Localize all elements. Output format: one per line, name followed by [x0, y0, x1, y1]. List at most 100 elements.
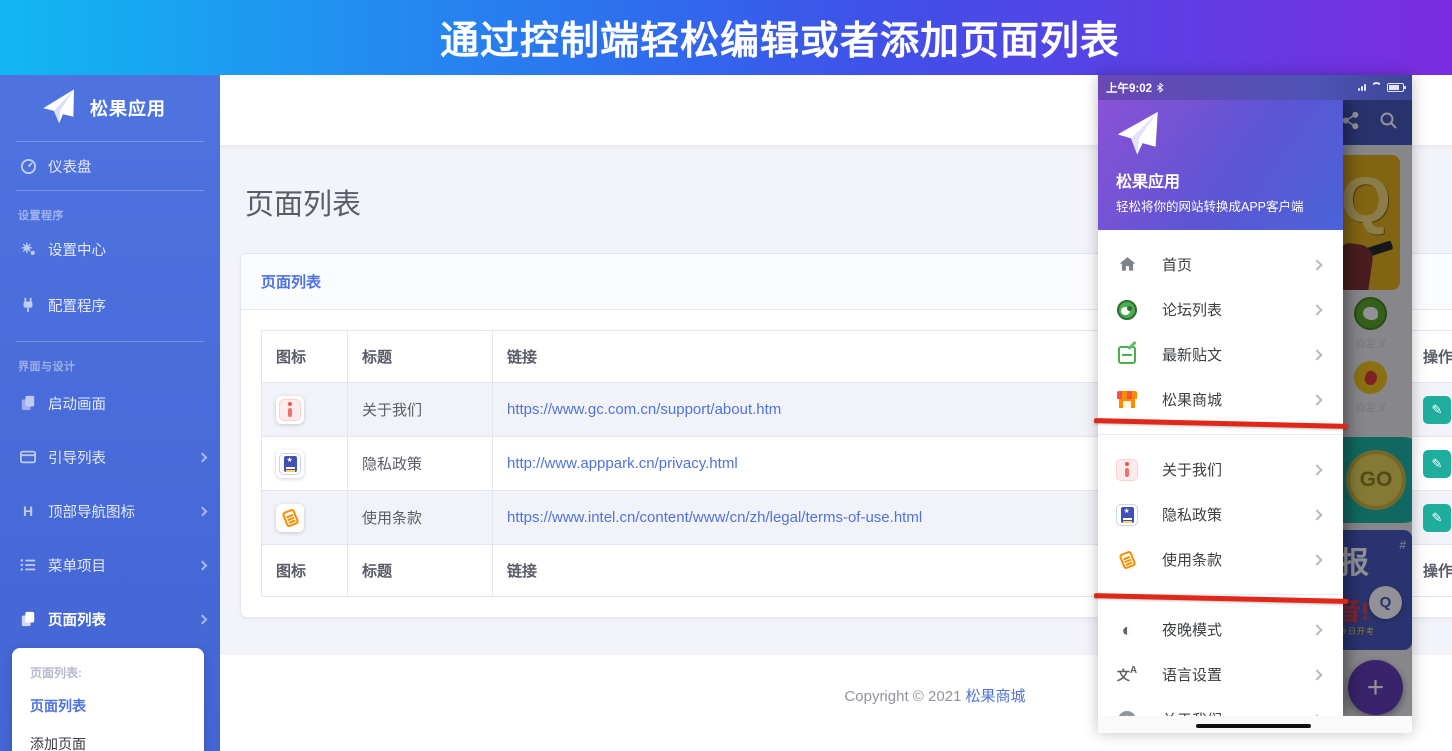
drawer-item-night-mode[interactable]: ◐ 夜晚模式 [1098, 607, 1343, 652]
edit-button[interactable]: ✎ [1423, 395, 1451, 424]
sidebar-item-menu-items[interactable]: 菜单项目 [0, 538, 220, 592]
terms-icon [1114, 549, 1140, 571]
wifi-icon [1371, 82, 1382, 89]
sidebar-item-label: 配置程序 [48, 298, 106, 315]
pencil-icon: ✎ [1431, 401, 1443, 417]
drawer-item-label: 关于我们 [1162, 462, 1223, 479]
drawer-item-latest-posts[interactable]: 最新贴文 [1098, 332, 1343, 377]
status-right-icons [1358, 82, 1406, 93]
drawer-item-privacy[interactable]: 隐私政策 [1098, 492, 1343, 537]
column-footer-title: 标题 [347, 544, 493, 597]
drawer-item-label: 首页 [1162, 257, 1193, 274]
brand-name: 松果应用 [90, 99, 166, 119]
window-icon [18, 449, 38, 465]
night-mode-icon: ◐ [1121, 619, 1133, 640]
copyright-text: Copyright © 2021 [844, 688, 962, 705]
drawer-item-terms[interactable]: 使用条款 [1098, 537, 1343, 582]
drawer-menu-group-settings: ◐ 夜晚模式 文A 语言设置 i 关于我们 [1098, 595, 1343, 716]
battery-icon [1387, 83, 1406, 92]
screen: 通过控制端轻松编辑或者添加页面列表 松果应用 仪表盘 设置程序 设置中心 配置程… [0, 0, 1452, 751]
sidebar-item-label: 启动画面 [48, 396, 106, 413]
submenu-item-page-list[interactable]: 页面列表 [12, 687, 204, 725]
edit-button[interactable]: ✎ [1423, 449, 1451, 478]
submenu-item-add-page[interactable]: 添加页面 [12, 725, 204, 751]
phone-status-bar: 上午9:02 [1098, 75, 1412, 100]
navigation-drawer: 松果应用 轻松将你的网站转换成APP客户端 首页 论坛列表 最新贴文 松果商城 … [1098, 100, 1343, 716]
row-link[interactable]: https://www.intel.cn/content/www/cn/zh/l… [507, 509, 922, 526]
paper-plane-logo-icon [1114, 110, 1165, 161]
forum-icon [1114, 299, 1140, 320]
chevron-right-icon [1311, 303, 1323, 316]
home-indicator[interactable] [1196, 724, 1311, 728]
footer-brand-link[interactable]: 松果商城 [966, 688, 1026, 705]
sidebar-item-top-nav-icons[interactable]: H 顶部导航图标 [0, 484, 220, 538]
bluetooth-icon [1156, 82, 1164, 94]
row-link[interactable]: https://www.gc.com.cn/support/about.htm [507, 401, 781, 418]
column-header-icon: 图标 [261, 330, 348, 383]
top-banner: 通过控制端轻松编辑或者添加页面列表 [0, 0, 1452, 75]
row-title: 关于我们 [347, 382, 493, 437]
drawer-tagline: 轻松将你的网站转换成APP客户端 [1116, 200, 1304, 214]
sidebar-item-configure[interactable]: 配置程序 [0, 281, 220, 329]
paper-plane-logo-icon [40, 88, 81, 129]
language-icon: 文A [1116, 665, 1138, 683]
drawer-app-name: 松果应用 [1116, 174, 1181, 191]
chevron-right-icon [1311, 393, 1323, 406]
chevron-right-icon [197, 614, 208, 624]
chevron-right-icon [1311, 623, 1323, 636]
chevron-right-icon [1311, 348, 1323, 361]
drawer-header: 松果应用 轻松将你的网站转换成APP客户端 [1098, 100, 1343, 230]
pencil-icon: ✎ [1431, 455, 1443, 471]
pages-icon [18, 611, 38, 627]
copy-icon [18, 395, 38, 411]
terms-icon [276, 503, 304, 532]
sidebar-item-label: 设置中心 [48, 242, 106, 259]
drawer-item-about[interactable]: 关于我们 [1098, 447, 1343, 492]
row-link[interactable]: http://www.apppark.cn/privacy.html [507, 455, 738, 472]
store-icon [1114, 391, 1140, 408]
column-footer-icon: 图标 [261, 544, 348, 597]
row-title: 隐私政策 [347, 436, 493, 491]
drawer-item-language[interactable]: 文A 语言设置 [1098, 652, 1343, 697]
posts-icon [1114, 345, 1140, 364]
chevron-right-icon [197, 452, 208, 462]
list-icon [18, 557, 38, 573]
sidebar-submenu: 页面列表: 页面列表 添加页面 [12, 648, 204, 751]
sidebar-item-guide-list[interactable]: 引导列表 [0, 430, 220, 484]
heading-icon: H [22, 503, 34, 519]
chevron-right-icon [1311, 553, 1323, 566]
sidebar-item-label: 仪表盘 [48, 159, 92, 176]
sidebar-item-label: 顶部导航图标 [48, 504, 135, 521]
sidebar-item-dashboard[interactable]: 仪表盘 [0, 142, 220, 190]
chevron-right-icon [1311, 668, 1323, 681]
drawer-item-label: 最新贴文 [1162, 347, 1223, 364]
home-icon [1114, 254, 1140, 275]
chevron-right-icon [197, 506, 208, 516]
column-footer-actions: 操作 [1408, 544, 1452, 597]
sidebar-item-settings-center[interactable]: 设置中心 [0, 225, 220, 273]
plug-icon [18, 297, 38, 313]
sidebar-item-page-list[interactable]: 页面列表 [0, 592, 220, 646]
gears-icon [18, 241, 38, 258]
drawer-item-label: 关于我们 [1162, 709, 1222, 716]
drawer-item-label: 论坛列表 [1162, 302, 1223, 319]
drawer-menu-group-top: 首页 论坛列表 最新贴文 松果商城 [1098, 230, 1343, 434]
sidebar-brand[interactable]: 松果应用 [0, 75, 220, 141]
edit-button[interactable]: ✎ [1423, 503, 1451, 532]
chevron-right-icon [1311, 463, 1323, 476]
drawer-item-about-app[interactable]: i 关于我们 [1098, 697, 1343, 716]
sidebar-heading-design: 界面与设计 [18, 361, 76, 373]
drawer-item-label: 使用条款 [1162, 552, 1223, 569]
drawer-item-home[interactable]: 首页 [1098, 242, 1343, 287]
banner-title: 通过控制端轻松编辑或者添加页面列表 [439, 19, 1120, 63]
column-header-title: 标题 [347, 330, 493, 383]
sidebar-item-label: 页面列表 [48, 612, 106, 629]
drawer-item-forum-list[interactable]: 论坛列表 [1098, 287, 1343, 332]
sidebar-item-splash[interactable]: 启动画面 [0, 376, 220, 430]
sidebar-heading-settings: 设置程序 [18, 210, 64, 222]
drawer-menu-group-pages: 关于我们 隐私政策 使用条款 [1098, 435, 1343, 594]
drawer-item-mall[interactable]: 松果商城 [1098, 377, 1343, 422]
sidebar: 松果应用 仪表盘 设置程序 设置中心 配置程序 界面与设计 启动画面 引导列表 … [0, 75, 220, 751]
privacy-icon [276, 449, 304, 478]
drawer-item-label: 松果商城 [1162, 392, 1223, 409]
